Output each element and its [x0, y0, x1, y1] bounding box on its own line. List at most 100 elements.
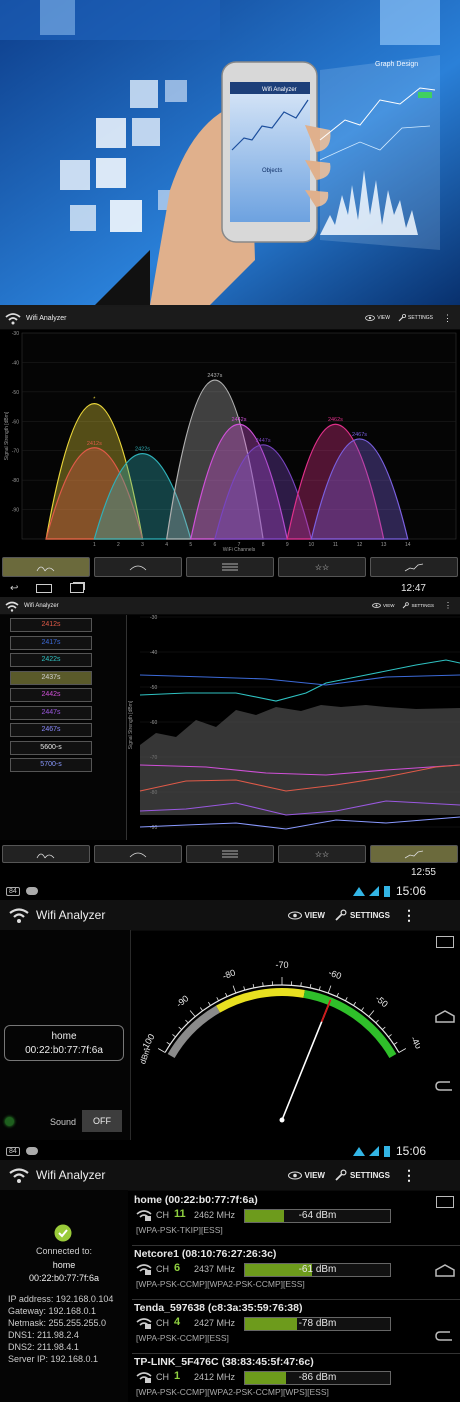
battery-icon — [383, 885, 390, 897]
legend-item[interactable]: 2447s — [10, 705, 92, 720]
legend-item[interactable]: 2437s — [10, 670, 92, 685]
overflow-menu-icon[interactable]: ⋮ — [443, 313, 452, 324]
series-line — [139, 659, 460, 702]
gauge-tick — [166, 1041, 171, 1045]
network-row[interactable]: Tenda_597638 (c8:3a:35:59:76:38) CH 4 24… — [132, 1298, 460, 1354]
y-tick-label: -60 — [150, 720, 157, 726]
gauge-tick — [225, 992, 228, 997]
legend-item[interactable]: 5600-s — [10, 740, 92, 755]
wrench-icon — [403, 602, 410, 609]
tab-channel-rating[interactable]: ☆☆ — [278, 845, 366, 863]
recent-apps-icon[interactable] — [436, 1196, 454, 1208]
tab-time-graph[interactable] — [94, 845, 182, 863]
tab-time-graph[interactable] — [94, 557, 182, 577]
wrench-icon — [335, 909, 347, 921]
x-tick-label: 10 — [309, 542, 315, 548]
x-tick-label: 3 — [141, 542, 144, 548]
gauge-tick — [243, 986, 246, 991]
x-tick-label: 8 — [262, 542, 265, 548]
wifi-lock-icon — [136, 1264, 152, 1275]
phone-screen-label: Objects — [262, 168, 282, 174]
tab-signal-meter[interactable] — [370, 845, 458, 863]
status-bar: 84 15:06 — [0, 1142, 460, 1160]
home-icon[interactable] — [434, 1010, 456, 1024]
network-name: TP-LINK_5F476C (38:83:45:5f:47:6c) — [134, 1356, 314, 1368]
time-graph-screen: Wifi Analyzer VIEW SETTINGS ⋮ 2412s 2417s… — [0, 597, 460, 880]
view-button[interactable]: VIEW — [365, 315, 390, 321]
network-row[interactable]: Netcore1 (08:10:76:27:26:3c) CH 6 2437 M… — [132, 1244, 460, 1300]
channel-label: CH — [156, 1264, 169, 1274]
view-label: VIEW — [304, 910, 325, 920]
overflow-menu-icon[interactable]: ⋮ — [444, 601, 452, 610]
tab-ap-list[interactable] — [186, 557, 274, 577]
sound-toggle[interactable]: OFF — [82, 1110, 122, 1132]
gauge-tick — [336, 992, 339, 997]
series-label: 2442s — [232, 417, 247, 423]
wifi-status-icon — [352, 1147, 365, 1156]
gauge-tick — [232, 985, 237, 994]
eye-icon — [372, 603, 381, 608]
tab-signal-meter[interactable] — [370, 557, 458, 577]
settings-button[interactable]: SETTINGS — [402, 602, 434, 609]
back-icon[interactable] — [434, 1080, 456, 1094]
view-button[interactable]: VIEW — [372, 603, 394, 608]
overflow-menu-icon[interactable]: ⋮ — [402, 1167, 416, 1184]
list-icon — [222, 563, 238, 571]
arc-icon — [129, 852, 147, 858]
channel-graph-icon — [36, 853, 55, 859]
recent-apps-icon[interactable] — [70, 583, 85, 593]
tab-channel-rating[interactable]: ☆☆ — [278, 557, 366, 577]
legend-item[interactable]: 2417s — [10, 635, 92, 650]
series-label: 2412s — [87, 441, 102, 447]
settings-button[interactable]: SETTINGS — [398, 314, 433, 322]
network-row[interactable]: home (00:22:b0:77:7f:6a) CH 11 2462 MHz … — [132, 1190, 460, 1246]
clock: 15:06 — [395, 1144, 426, 1158]
channel-number: 4 — [174, 1316, 181, 1328]
legend-item[interactable]: 2422s — [10, 653, 92, 667]
x-tick-label: 2 — [117, 542, 120, 548]
legend-item[interactable]: 2442s — [10, 688, 92, 702]
graph-design-label: Graph Design — [375, 61, 418, 68]
gauge-scale-label: -60 — [327, 967, 343, 981]
gauge-scale-label: -80 — [221, 967, 237, 981]
tab-ap-list[interactable] — [186, 845, 274, 863]
gauge-tick — [309, 983, 312, 989]
overflow-menu-icon[interactable]: ⋮ — [402, 907, 416, 924]
back-icon[interactable] — [434, 1330, 456, 1344]
arc-icon — [129, 565, 147, 571]
gauge-tick — [393, 1041, 398, 1045]
view-button[interactable]: VIEW — [287, 910, 325, 920]
eye-icon — [287, 911, 302, 919]
y-axis-label: Signal Strength [dBm] — [4, 411, 10, 460]
frequency: 2412 MHz — [194, 1372, 236, 1382]
back-icon[interactable]: ↩ — [10, 583, 18, 594]
gauge-scale-label: -70 — [275, 960, 288, 970]
home-icon[interactable] — [434, 1264, 456, 1278]
legend-item[interactable]: 2412s — [10, 618, 92, 632]
gauge-scale-label: -40 — [409, 1034, 420, 1050]
clock: 12:55 — [410, 867, 436, 878]
app-title: Wifi Analyzer — [26, 314, 67, 322]
gauge-tick — [368, 1010, 375, 1017]
stars-icon: ☆☆ — [314, 562, 330, 572]
tab-channel-graph[interactable] — [2, 557, 90, 577]
legend-item[interactable]: 5700-s — [10, 758, 92, 772]
gauge-scale-label: -90 — [174, 993, 190, 1009]
x-tick-label: 1 — [93, 542, 96, 548]
settings-button[interactable]: SETTINGS — [335, 1169, 390, 1181]
recent-apps-icon[interactable] — [436, 936, 454, 948]
system-status-strip: 12:55 — [0, 865, 460, 880]
nav-column — [430, 1190, 460, 1402]
view-button[interactable]: VIEW — [287, 1171, 325, 1180]
x-tick-label: 12 — [357, 542, 363, 548]
settings-label: SETTINGS — [349, 910, 390, 920]
settings-label: SETTINGS — [407, 315, 433, 321]
home-icon[interactable] — [36, 583, 53, 593]
network-row[interactable]: TP-LINK_5F476C (38:83:45:5f:47:6c) CH 1 … — [132, 1352, 460, 1402]
gauge-tick — [178, 1026, 182, 1030]
legend-item[interactable]: 2467s — [10, 723, 92, 737]
tab-channel-graph[interactable] — [2, 845, 90, 863]
wifi-app-icon — [9, 1168, 29, 1183]
settings-button[interactable]: SETTINGS — [335, 909, 390, 921]
channel-label: CH — [156, 1318, 169, 1328]
